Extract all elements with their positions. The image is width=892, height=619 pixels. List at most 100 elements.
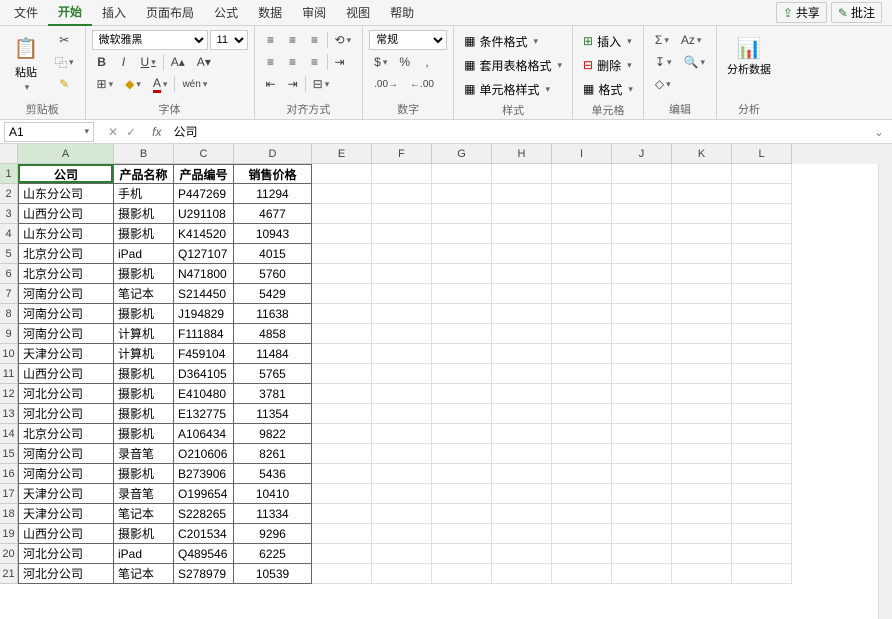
cell[interactable] [552, 184, 612, 204]
menu-insert[interactable]: 插入 [92, 0, 136, 25]
cell[interactable] [492, 564, 552, 584]
cell[interactable]: U291108 [174, 204, 234, 224]
cell[interactable] [732, 164, 792, 184]
name-box[interactable]: A1▾ [4, 122, 94, 142]
cell[interactable] [492, 184, 552, 204]
cell[interactable] [372, 304, 432, 324]
cell[interactable]: 摄影机 [114, 304, 174, 324]
cell[interactable] [372, 364, 432, 384]
cell[interactable] [732, 464, 792, 484]
decrease-font-button[interactable]: A▾ [192, 52, 216, 72]
menu-home[interactable]: 开始 [48, 0, 92, 26]
decrease-decimal-button[interactable]: ←.00 [405, 74, 439, 94]
cell[interactable] [492, 264, 552, 284]
find-button[interactable]: 🔍▾ [679, 52, 710, 72]
cell[interactable] [312, 424, 372, 444]
cell[interactable] [672, 204, 732, 224]
cell[interactable] [612, 444, 672, 464]
cell[interactable]: 11354 [234, 404, 312, 424]
cell[interactable]: 公司 [18, 164, 114, 184]
cell[interactable]: 河南分公司 [18, 284, 114, 304]
cell[interactable] [312, 404, 372, 424]
cell[interactable] [732, 244, 792, 264]
cell[interactable]: 摄影机 [114, 364, 174, 384]
cell[interactable] [732, 184, 792, 204]
cell[interactable] [732, 204, 792, 224]
row-header-10[interactable]: 10 [0, 344, 18, 364]
cell[interactable] [612, 564, 672, 584]
cell[interactable] [552, 284, 612, 304]
number-format-select[interactable]: 常规 [369, 30, 447, 50]
cell[interactable]: 北京分公司 [18, 264, 114, 284]
row-header-16[interactable]: 16 [0, 464, 18, 484]
cell[interactable]: 5429 [234, 284, 312, 304]
row-header-6[interactable]: 6 [0, 264, 18, 284]
cell[interactable] [612, 344, 672, 364]
menu-formula[interactable]: 公式 [204, 0, 248, 25]
cell[interactable]: N471800 [174, 264, 234, 284]
cell[interactable] [432, 484, 492, 504]
cell[interactable] [672, 304, 732, 324]
cell[interactable] [432, 224, 492, 244]
cell[interactable] [732, 504, 792, 524]
conditional-format-button[interactable]: ▦条件格式▾ [460, 30, 542, 52]
cell[interactable] [552, 364, 612, 384]
col-header-C[interactable]: C [174, 144, 234, 164]
col-header-A[interactable]: A [18, 144, 114, 164]
align-right-button[interactable]: ≡ [305, 52, 325, 72]
cell[interactable] [492, 344, 552, 364]
menu-data[interactable]: 数据 [248, 0, 292, 25]
col-header-K[interactable]: K [672, 144, 732, 164]
cell[interactable] [492, 224, 552, 244]
fill-button[interactable]: ↧▾ [650, 52, 677, 72]
cell[interactable]: C201534 [174, 524, 234, 544]
cell[interactable] [432, 544, 492, 564]
italic-button[interactable]: I [114, 52, 134, 72]
cell[interactable] [672, 244, 732, 264]
cell[interactable] [552, 404, 612, 424]
cell[interactable]: P447269 [174, 184, 234, 204]
cell[interactable] [492, 504, 552, 524]
underline-button[interactable]: U▾ [136, 52, 161, 72]
cell[interactable] [552, 544, 612, 564]
cell[interactable] [732, 404, 792, 424]
cell[interactable] [432, 384, 492, 404]
cell[interactable] [672, 384, 732, 404]
cell[interactable]: 8261 [234, 444, 312, 464]
cell[interactable] [312, 524, 372, 544]
cell[interactable]: 河南分公司 [18, 444, 114, 464]
cell[interactable]: S228265 [174, 504, 234, 524]
cell[interactable] [432, 444, 492, 464]
comments-button[interactable]: ✎批注 [831, 2, 882, 23]
cell[interactable] [732, 384, 792, 404]
cell[interactable] [312, 304, 372, 324]
cell[interactable]: 摄影机 [114, 464, 174, 484]
cell[interactable] [372, 384, 432, 404]
cell[interactable] [672, 264, 732, 284]
cell[interactable] [612, 424, 672, 444]
col-header-G[interactable]: G [432, 144, 492, 164]
cell[interactable] [312, 484, 372, 504]
col-header-D[interactable]: D [234, 144, 312, 164]
cell[interactable] [672, 464, 732, 484]
cell[interactable] [672, 504, 732, 524]
row-header-11[interactable]: 11 [0, 364, 18, 384]
cell[interactable]: 笔记本 [114, 564, 174, 584]
cell[interactable] [492, 464, 552, 484]
align-center-button[interactable]: ≡ [283, 52, 303, 72]
row-header-3[interactable]: 3 [0, 204, 18, 224]
cell[interactable] [432, 204, 492, 224]
cell[interactable]: 5436 [234, 464, 312, 484]
paste-button[interactable]: 📋 粘贴 ▾ [6, 30, 46, 97]
cell[interactable]: 河北分公司 [18, 564, 114, 584]
cell[interactable] [492, 444, 552, 464]
cell[interactable]: 山东分公司 [18, 224, 114, 244]
cell[interactable] [612, 164, 672, 184]
cell[interactable] [312, 464, 372, 484]
cell[interactable]: 10410 [234, 484, 312, 504]
cell[interactable] [492, 524, 552, 544]
cell[interactable] [432, 344, 492, 364]
cell[interactable]: F111884 [174, 324, 234, 344]
cell[interactable] [552, 324, 612, 344]
cell[interactable]: 录音笔 [114, 484, 174, 504]
